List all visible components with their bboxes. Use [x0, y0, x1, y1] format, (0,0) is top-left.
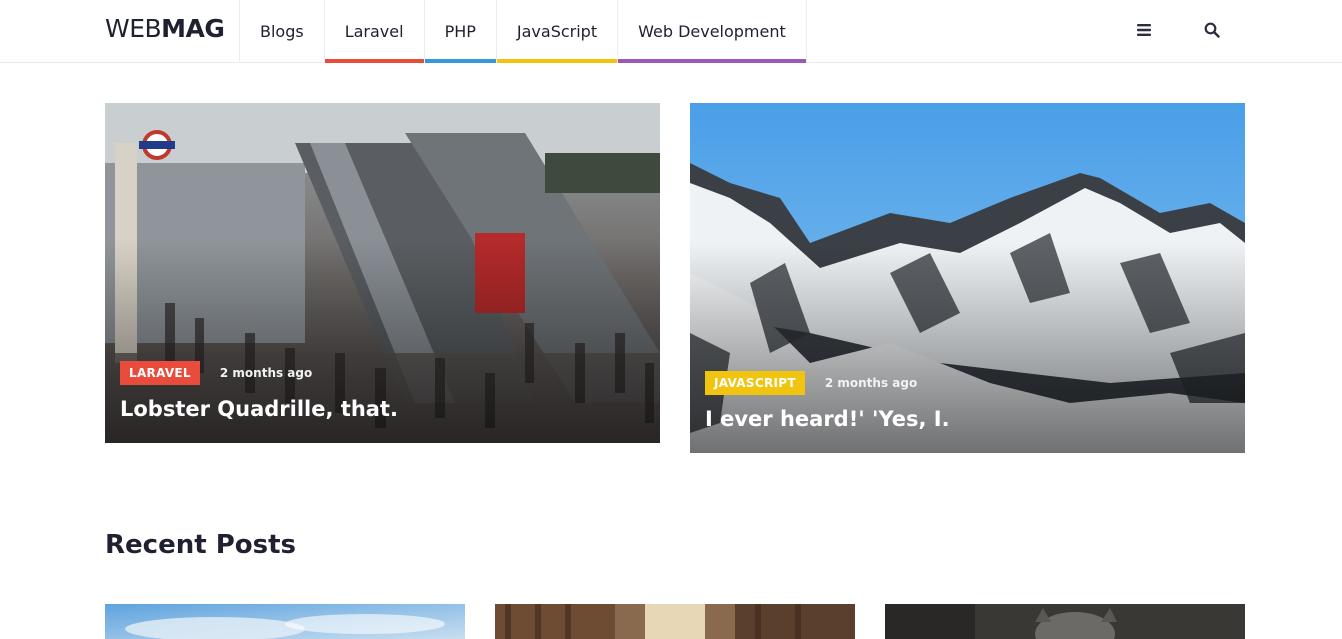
post-title[interactable]: I ever heard!' 'Yes, I. — [705, 407, 950, 431]
logo-text-light: WEB — [105, 14, 162, 43]
nav-item-label: Web Development — [638, 22, 786, 41]
nav-item-laravel[interactable]: Laravel — [324, 0, 425, 63]
recent-post-image[interactable] — [495, 604, 855, 639]
nav-item-web-development[interactable]: Web Development — [618, 0, 807, 63]
category-badge[interactable]: JAVASCRIPT — [705, 371, 805, 395]
post-title[interactable]: Lobster Quadrille, that. — [120, 397, 398, 421]
main-nav: Blogs Laravel PHP JavaScript Web Develop… — [239, 0, 807, 63]
category-badge[interactable]: LARAVEL — [120, 361, 200, 385]
site-logo[interactable]: WEBMAG — [105, 14, 225, 44]
recent-posts-heading: Recent Posts — [105, 530, 296, 560]
nav-accent-bar — [618, 59, 806, 63]
nav-accent-bar — [324, 59, 424, 63]
nav-item-javascript[interactable]: JavaScript — [496, 0, 619, 63]
post-time: 2 months ago — [219, 366, 313, 380]
post-meta: JAVASCRIPT 2 months ago — [705, 371, 917, 395]
menu-icon[interactable] — [1131, 17, 1157, 43]
recent-post-image[interactable] — [885, 604, 1245, 639]
post-meta: LARAVEL 2 months ago — [120, 361, 312, 385]
nav-item-label: Laravel — [344, 22, 404, 41]
nav-item-php[interactable]: PHP — [424, 0, 497, 63]
featured-post-card[interactable]: JAVASCRIPT 2 months ago I ever heard!' '… — [690, 103, 1245, 453]
logo-text-bold: MAG — [161, 14, 225, 43]
nav-item-label: Blogs — [260, 22, 304, 41]
featured-post-card[interactable]: LARAVEL 2 months ago Lobster Quadrille, … — [105, 103, 660, 443]
site-header: WEBMAG Blogs Laravel PHP JavaScript Web … — [0, 0, 1342, 63]
nav-accent-bar — [496, 59, 618, 63]
recent-post-image[interactable] — [105, 604, 465, 639]
nav-item-label: JavaScript — [516, 22, 598, 41]
nav-item-blogs[interactable]: Blogs — [240, 0, 325, 63]
post-time: 2 months ago — [824, 376, 918, 390]
search-icon[interactable] — [1199, 17, 1225, 43]
nav-accent-bar — [424, 59, 496, 63]
nav-item-label: PHP — [444, 22, 476, 41]
